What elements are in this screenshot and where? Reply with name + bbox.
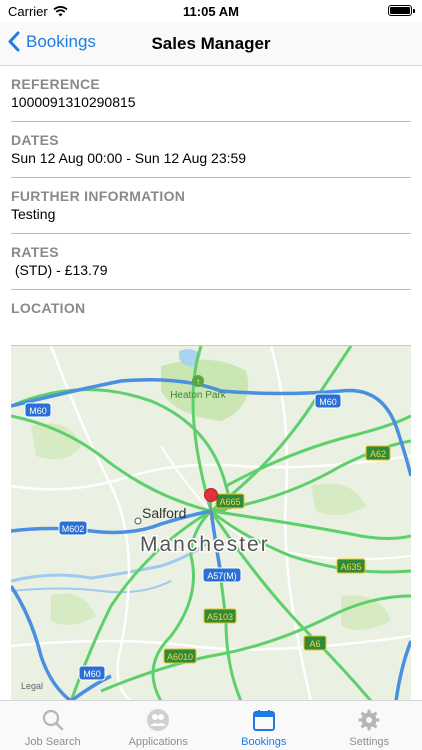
further-information-value: Testing — [11, 206, 56, 222]
reference-section: REFERENCE 1000091310290815 — [11, 76, 411, 122]
tab-applications[interactable]: Applications — [106, 701, 212, 750]
status-time: 11:05 AM — [183, 4, 239, 19]
road-label-text: M60 — [319, 397, 337, 407]
road-label-text: A6 — [309, 639, 320, 649]
rates-value: (STD) - £13.79 — [11, 262, 108, 278]
tab-applications-label: Applications — [128, 736, 188, 748]
road-label-text: A635 — [340, 562, 361, 572]
further-information-label: FURTHER INFORMATION — [11, 188, 186, 204]
tab-bar: Job Search Applications Bookings Setting… — [0, 700, 422, 750]
salford-dot — [134, 517, 142, 525]
tab-job-search[interactable]: Job Search — [0, 701, 106, 750]
salford-label: Salford — [142, 505, 186, 521]
location-map[interactable]: M60 M60 A62 A665 M602 A57(M) A635 A5103 — [11, 345, 411, 700]
dates-label: DATES — [11, 132, 59, 148]
people-icon — [146, 708, 170, 732]
road-label-a5103: A5103 — [203, 608, 237, 624]
further-information-section: FURTHER INFORMATION Testing — [11, 188, 411, 234]
tab-bookings[interactable]: Bookings — [211, 701, 317, 750]
dates-section: DATES Sun 12 Aug 00:00 - Sun 12 Aug 23:5… — [11, 132, 411, 178]
calendar-icon — [252, 708, 275, 732]
road-label-text: A62 — [370, 449, 386, 459]
road-label-a665: A665 — [215, 493, 245, 509]
heaton-park-label: Heaton Park — [170, 390, 227, 401]
rates-label: RATES — [11, 244, 59, 260]
road-label-m60-west: M60 — [24, 402, 52, 418]
road-label-a62: A62 — [365, 445, 391, 461]
city-label: Manchester — [140, 533, 270, 556]
status-bar: Carrier 11:05 AM — [0, 0, 422, 22]
tab-bookings-label: Bookings — [241, 736, 287, 748]
reference-value: 1000091310290815 — [11, 94, 136, 110]
road-label-text: M602 — [62, 524, 85, 534]
location-label: LOCATION — [11, 300, 86, 316]
map-legal-link: Legal — [21, 681, 43, 691]
road-label-a6: A6 — [303, 635, 327, 651]
search-icon — [42, 708, 64, 732]
gear-icon — [358, 708, 380, 732]
road-label-text: A665 — [219, 497, 240, 507]
road-label-text: A57(M) — [207, 571, 237, 581]
reference-label: REFERENCE — [11, 76, 101, 92]
road-label-m602: M602 — [58, 520, 88, 536]
page-title: Sales Manager — [151, 34, 271, 53]
dates-value: Sun 12 Aug 00:00 - Sun 12 Aug 23:59 — [11, 150, 247, 166]
road-label-text: A5103 — [207, 612, 233, 622]
road-label-m60-east: M60 — [314, 393, 342, 409]
tab-settings-label: Settings — [349, 736, 390, 748]
road-label-a6010: A6010 — [163, 648, 197, 664]
road-label-a57m: A57(M) — [202, 567, 242, 583]
tab-settings[interactable]: Settings — [317, 701, 422, 750]
rates-section: RATES (STD) - £13.79 — [11, 244, 411, 290]
nav-bar: Bookings Sales Manager — [0, 22, 422, 66]
tab-job-search-label: Job Search — [24, 736, 81, 748]
map-canvas: M60 M60 A62 A665 M602 A57(M) A635 A5103 — [11, 346, 411, 700]
battery-icon — [388, 5, 415, 16]
road-label-text: M60 — [29, 406, 47, 416]
road-label-text: M60 — [83, 669, 101, 679]
location-section: LOCATION — [11, 300, 411, 346]
road-label-m60-south: M60 — [78, 665, 106, 681]
svg-text:↑: ↑ — [196, 377, 200, 386]
road-label-text: A6010 — [167, 652, 193, 662]
road-label-a635: A635 — [336, 558, 366, 574]
